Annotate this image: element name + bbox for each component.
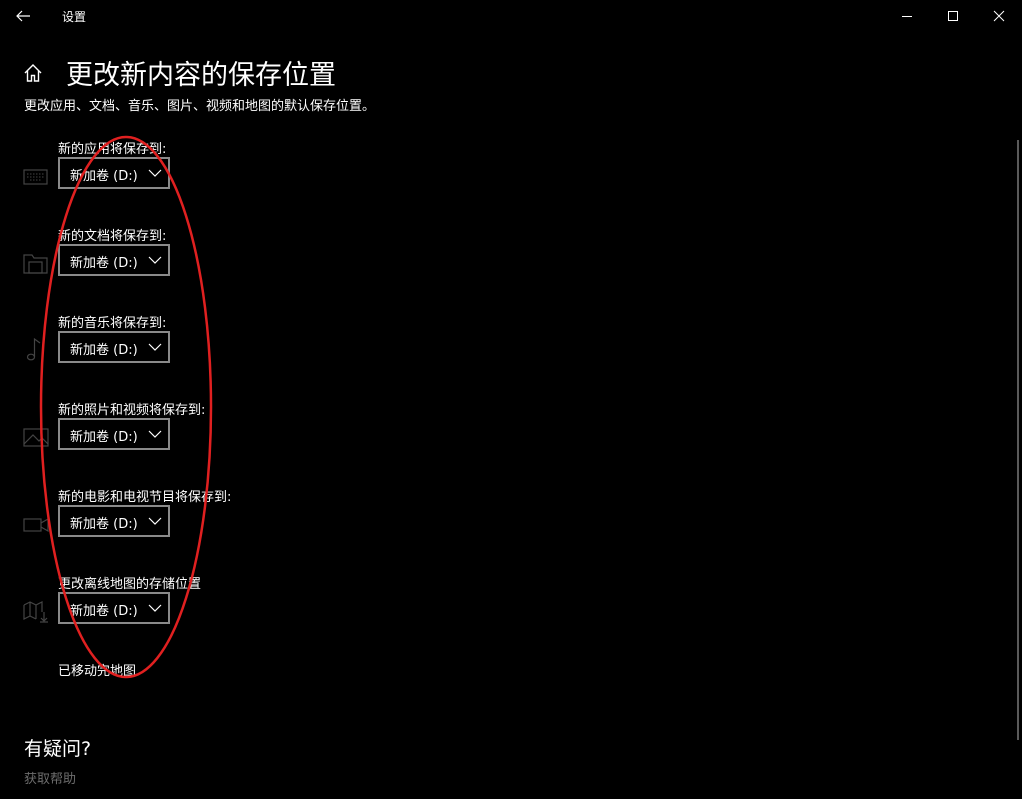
video-camera-icon (23, 517, 49, 533)
close-button[interactable] (976, 0, 1022, 32)
setting-photos-videos: 新的照片和视频将保存到: 新加卷 (D:) (0, 399, 500, 479)
chevron-down-icon (148, 256, 162, 264)
chevron-down-icon (148, 343, 162, 351)
setting-label: 新的音乐将保存到: (58, 316, 167, 331)
setting-documents: 新的文档将保存到: 新加卷 (D:) (0, 225, 500, 305)
close-icon (993, 10, 1005, 22)
home-button[interactable] (22, 62, 44, 84)
setting-music: 新的音乐将保存到: 新加卷 (D:) (0, 312, 500, 392)
maximize-button[interactable] (930, 0, 976, 32)
dropdown-value: 新加卷 (D:) (70, 604, 138, 619)
dropdown-value: 新加卷 (D:) (70, 256, 138, 271)
dropdown-value: 新加卷 (D:) (70, 343, 138, 358)
page-subtitle: 更改应用、文档、音乐、图片、视频和地图的默认保存位置。 (24, 99, 376, 114)
back-arrow-icon (16, 10, 30, 22)
window-title: 设置 (62, 10, 87, 24)
documents-location-dropdown[interactable]: 新加卷 (D:) (58, 244, 170, 276)
title-bar: 设置 (0, 0, 1022, 32)
maps-moved-status: 已移动完地图 (58, 664, 137, 679)
setting-apps: 新的应用将保存到: 新加卷 (D:) (0, 138, 500, 218)
dropdown-value: 新加卷 (D:) (70, 430, 138, 445)
maximize-icon (948, 11, 958, 21)
home-icon (24, 64, 42, 82)
minimize-button[interactable] (884, 0, 930, 32)
get-help-link[interactable]: 获取帮助 (24, 768, 76, 787)
minimize-icon (902, 16, 912, 17)
movies-tv-location-dropdown[interactable]: 新加卷 (D:) (58, 505, 170, 537)
chevron-down-icon (148, 169, 162, 177)
page-title: 更改新内容的保存位置 (66, 60, 336, 91)
chevron-down-icon (148, 517, 162, 525)
offline-maps-location-dropdown[interactable]: 新加卷 (D:) (58, 592, 170, 624)
dropdown-value: 新加卷 (D:) (70, 169, 138, 184)
setting-label: 新的电影和电视节目将保存到: (58, 490, 232, 505)
setting-label: 新的文档将保存到: (58, 229, 167, 244)
setting-offline-maps: 更改离线地图的存储位置 新加卷 (D:) (0, 573, 500, 653)
music-location-dropdown[interactable]: 新加卷 (D:) (58, 331, 170, 363)
scrollbar[interactable] (1017, 140, 1019, 740)
setting-movies-tv: 新的电影和电视节目将保存到: 新加卷 (D:) (0, 486, 500, 566)
setting-label: 更改离线地图的存储位置 (58, 577, 202, 592)
dropdown-value: 新加卷 (D:) (70, 517, 138, 532)
setting-label: 新的照片和视频将保存到: (58, 403, 206, 418)
music-note-icon (26, 337, 41, 361)
setting-label: 新的应用将保存到: (58, 142, 167, 157)
photos-videos-location-dropdown[interactable]: 新加卷 (D:) (58, 418, 170, 450)
chevron-down-icon (148, 430, 162, 438)
map-download-icon (23, 601, 48, 623)
help-heading: 有疑问? (24, 738, 92, 760)
apps-location-dropdown[interactable]: 新加卷 (D:) (58, 157, 170, 189)
chevron-down-icon (148, 604, 162, 612)
picture-icon (23, 428, 49, 447)
monitor-keyboard-icon (23, 169, 48, 185)
back-button[interactable] (8, 2, 40, 30)
documents-folder-icon (23, 254, 48, 274)
